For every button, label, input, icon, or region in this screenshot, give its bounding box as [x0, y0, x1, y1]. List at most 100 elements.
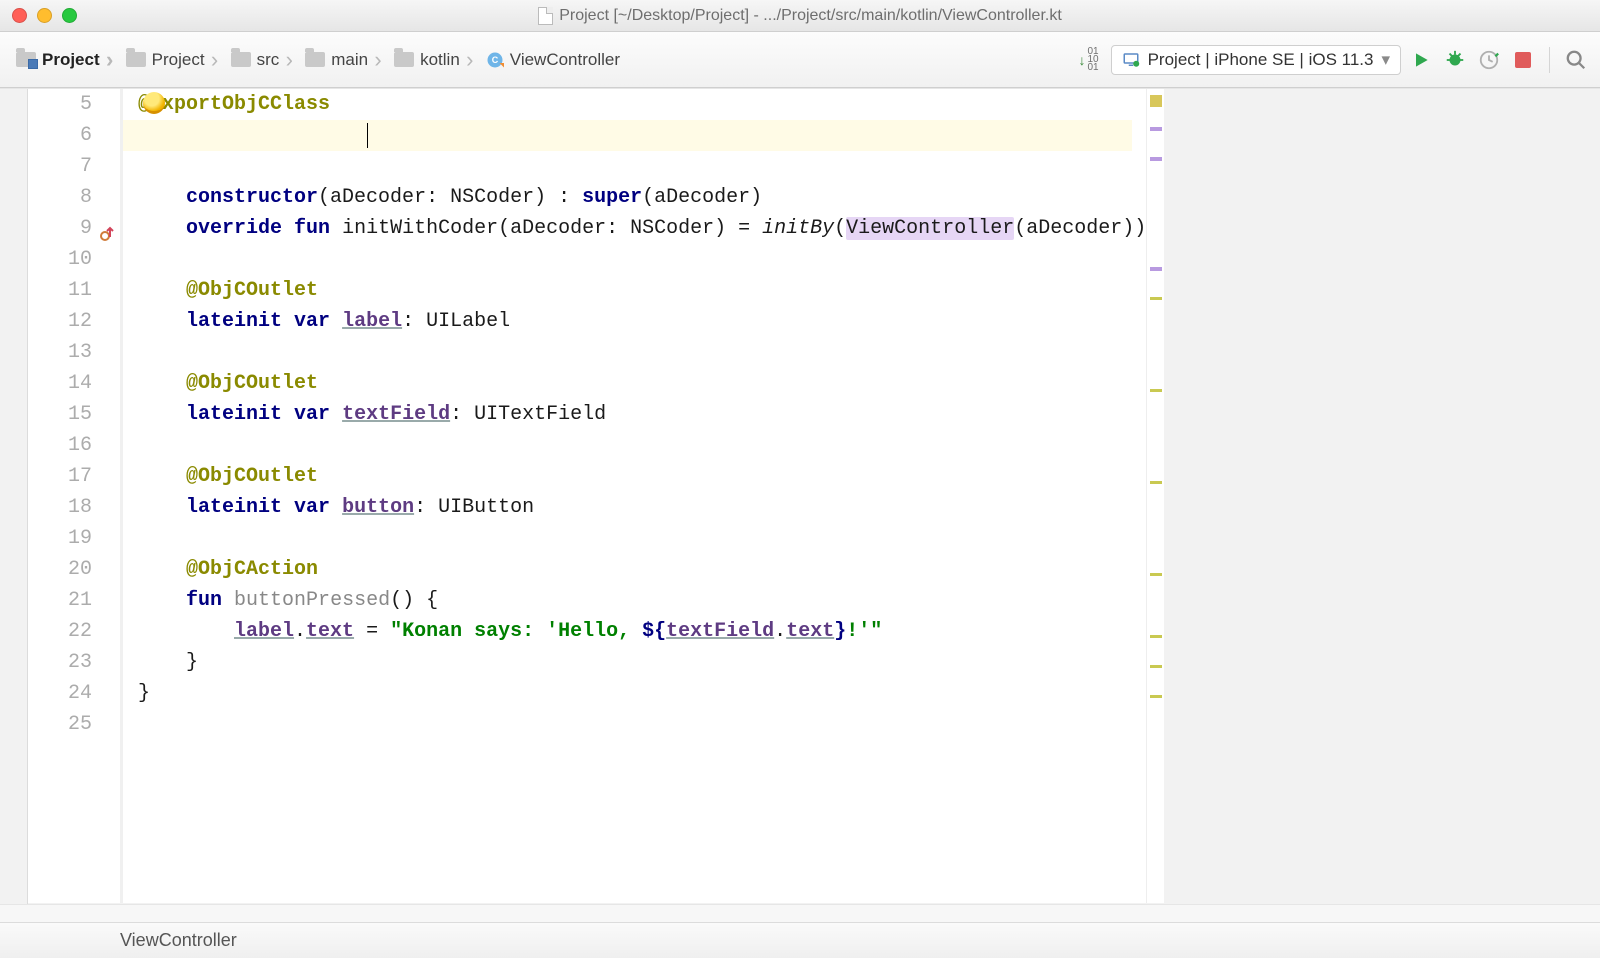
code-line[interactable]: [138, 151, 1146, 182]
code-line[interactable]: label.text = "Konan says: 'Hello, ${text…: [138, 616, 1146, 647]
breadcrumb-item-main[interactable]: main›: [299, 46, 378, 74]
code-line[interactable]: [138, 337, 1146, 368]
line-number[interactable]: 19: [28, 523, 92, 554]
line-number[interactable]: 21: [28, 585, 92, 616]
code-line[interactable]: ⌄}: [138, 678, 1146, 709]
error-stripe[interactable]: [1146, 89, 1164, 903]
folder-icon: [126, 52, 146, 67]
warning-marker[interactable]: [1150, 481, 1162, 484]
line-number[interactable]: 20: [28, 554, 92, 585]
line-number[interactable]: 25: [28, 709, 92, 740]
warning-marker[interactable]: [1150, 127, 1162, 131]
code-line[interactable]: @ObjCAction: [138, 554, 1146, 585]
warning-marker[interactable]: [1150, 573, 1162, 576]
warning-marker[interactable]: [1150, 389, 1162, 392]
chevron-right-icon: ›: [281, 46, 297, 74]
navigation-toolbar: Project› Project› src› main› kotlin› CViewCon…: [0, 32, 1600, 88]
structure-breadcrumb[interactable]: ViewController: [0, 922, 1600, 958]
text-caret: [367, 123, 369, 148]
chevron-right-icon: ›: [462, 46, 478, 74]
run-configuration-label: Project | iPhone SE | iOS 11.3: [1148, 50, 1374, 70]
warning-marker[interactable]: [1150, 635, 1162, 638]
debug-button[interactable]: [1441, 46, 1469, 74]
minimize-window-button[interactable]: [37, 8, 52, 23]
window-controls: [12, 8, 77, 23]
line-number[interactable]: 11: [28, 275, 92, 306]
kotlin-class-icon: C: [486, 51, 504, 69]
folder-icon: [305, 52, 325, 67]
run-configuration-selector[interactable]: Project | iPhone SE | iOS 11.3 ▾: [1111, 45, 1401, 75]
code-line[interactable]: @ObjCOutlet: [138, 368, 1146, 399]
breadcrumb-item-project[interactable]: Project›: [120, 46, 215, 74]
code-line[interactable]: lateinit var button: UIButton: [138, 492, 1146, 523]
stop-button[interactable]: [1509, 46, 1537, 74]
code-line[interactable]: constructor(aDecoder: NSCoder) : super(a…: [138, 182, 1146, 213]
line-number[interactable]: 8: [28, 182, 92, 213]
code-line[interactable]: override fun initWithCoder(aDecoder: NSC…: [138, 213, 1146, 244]
line-number[interactable]: 14: [28, 368, 92, 399]
folder-icon: [394, 52, 414, 67]
intention-bulb-icon[interactable]: [143, 92, 165, 114]
code-line[interactable]: [138, 430, 1146, 461]
line-number[interactable]: 7: [28, 151, 92, 182]
line-number[interactable]: 9: [28, 213, 92, 244]
run-with-coverage-button[interactable]: [1475, 46, 1503, 74]
search-everywhere-button[interactable]: [1562, 46, 1590, 74]
line-number[interactable]: 23: [28, 647, 92, 678]
folder-icon: [231, 52, 251, 67]
sort-members-icon[interactable]: ↓011001: [1072, 48, 1104, 72]
code-line[interactable]: − fun buttonPressed() {: [138, 585, 1146, 616]
line-number[interactable]: 16: [28, 430, 92, 461]
line-number[interactable]: 24: [28, 678, 92, 709]
monitor-icon: [1122, 51, 1140, 69]
run-button[interactable]: [1407, 46, 1435, 74]
chevron-right-icon: ›: [370, 46, 386, 74]
chevron-down-icon: ▾: [1381, 50, 1390, 70]
breadcrumb-item-viewcontroller[interactable]: CViewController: [480, 46, 630, 74]
code-line[interactable]: lateinit var label: UILabel: [138, 306, 1146, 337]
inspection-status-icon[interactable]: [1150, 95, 1162, 107]
line-number[interactable]: 18: [28, 492, 92, 523]
code-line[interactable]: [138, 244, 1146, 275]
code-line[interactable]: ⌄ }: [138, 647, 1146, 678]
title-bar: Project [~/Desktop/Project] - .../Projec…: [0, 0, 1600, 32]
warning-marker[interactable]: [1150, 665, 1162, 668]
line-number[interactable]: 17: [28, 461, 92, 492]
code-line[interactable]: [138, 709, 1146, 740]
warning-marker[interactable]: [1150, 267, 1162, 271]
code-editor[interactable]: @ExportObjCClass−class ViewController : …: [123, 89, 1146, 903]
stop-icon: [1515, 52, 1531, 68]
chevron-right-icon: ›: [207, 46, 223, 74]
code-line[interactable]: @ObjCOutlet: [138, 461, 1146, 492]
line-number[interactable]: 10: [28, 244, 92, 275]
breadcrumb-item-project[interactable]: Project›: [10, 46, 110, 74]
warning-marker[interactable]: [1150, 297, 1162, 300]
left-tool-strip[interactable]: [0, 89, 28, 904]
line-number[interactable]: 13: [28, 337, 92, 368]
line-number[interactable]: 15: [28, 399, 92, 430]
zoom-window-button[interactable]: [62, 8, 77, 23]
close-window-button[interactable]: [12, 8, 27, 23]
code-line[interactable]: lateinit var textField: UITextField: [138, 399, 1146, 430]
horizontal-scrollbar[interactable]: [0, 904, 1600, 922]
line-number[interactable]: 22: [28, 616, 92, 647]
code-line[interactable]: @ExportObjCClass: [138, 89, 1146, 120]
code-line[interactable]: [138, 523, 1146, 554]
line-number[interactable]: 12: [28, 306, 92, 337]
chevron-right-icon: ›: [102, 46, 118, 74]
code-line[interactable]: @ObjCOutlet: [138, 275, 1146, 306]
line-number[interactable]: 5: [28, 89, 92, 120]
window-title: Project [~/Desktop/Project] - .../Projec…: [0, 7, 1600, 25]
line-number[interactable]: 6: [28, 120, 92, 151]
override-marker-icon[interactable]: [100, 221, 116, 237]
gutter[interactable]: 5678910111213141516171819202122232425: [28, 89, 123, 903]
structure-breadcrumb-label: ViewController: [120, 930, 237, 951]
svg-text:C: C: [492, 55, 499, 65]
breadcrumb-item-src[interactable]: src›: [225, 46, 290, 74]
current-line-highlight: [123, 120, 1132, 151]
warning-marker[interactable]: [1150, 695, 1162, 698]
editor-region: 5678910111213141516171819202122232425 @E…: [0, 88, 1600, 904]
warning-marker[interactable]: [1150, 157, 1162, 161]
file-icon: [538, 7, 553, 25]
breadcrumb-item-kotlin[interactable]: kotlin›: [388, 46, 470, 74]
